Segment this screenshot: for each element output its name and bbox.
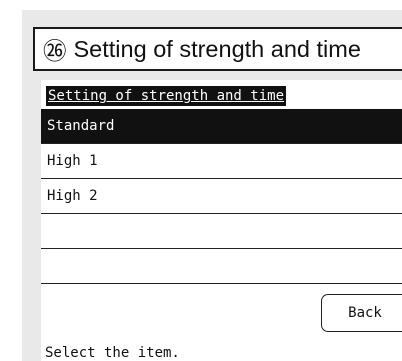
list-item-empty-1[interactable] (41, 214, 402, 249)
list-item-high-1[interactable]: High 1 (41, 144, 402, 179)
controller-screen: Setting of strength and time Standard Hi… (41, 80, 402, 361)
list-item-high-2[interactable]: High 2 (41, 179, 402, 214)
option-list: Standard High 1 High 2 (41, 109, 402, 284)
section-number-badge: ㉖ (43, 38, 67, 64)
list-item-empty-2[interactable] (41, 249, 402, 284)
section-heading: ㉖ Setting of strength and time (33, 27, 402, 71)
list-item-label: High 2 (47, 188, 98, 204)
back-button[interactable]: Back (321, 294, 402, 332)
screen-title: Setting of strength and time (46, 86, 287, 106)
status-message: Select the item. (45, 345, 180, 361)
list-item-label: High 1 (47, 153, 98, 169)
list-item-label: Standard (47, 118, 115, 134)
section-heading-text: Setting of strength and time (73, 35, 361, 62)
list-item-standard[interactable]: Standard (41, 109, 402, 144)
